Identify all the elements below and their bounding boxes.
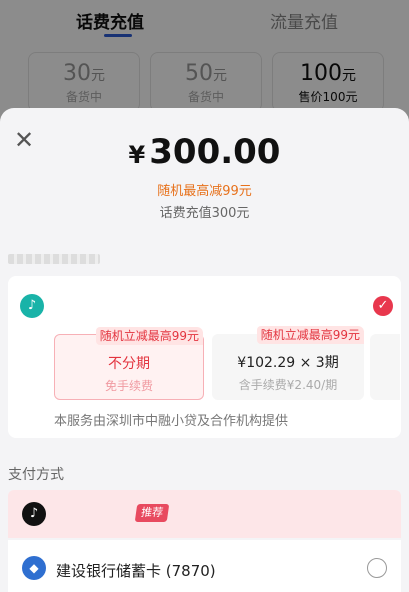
- plan-fee: 含手续费¥2.40/期: [238, 378, 338, 392]
- douyin-icon: ♪: [22, 502, 46, 526]
- credit-option-card[interactable]: ♪ ✓ 随机立减最高99元 不分期 免手续费 随机立减最高99元 ¥102.29…: [8, 276, 401, 438]
- douyin-icon: ♪: [20, 294, 44, 318]
- service-note: 本服务由深圳市中融小贷及合作机构提供: [54, 414, 289, 429]
- bank-card-option[interactable]: ◆ 建设银行储蓄卡 (7870): [8, 540, 401, 592]
- discount-tag: 随机立减最高99元: [256, 326, 364, 344]
- recommended-payment-row[interactable]: ♪ 推荐: [8, 490, 401, 538]
- ccb-icon: ◆: [22, 556, 46, 580]
- checkmark-icon[interactable]: ✓: [373, 296, 393, 316]
- recommend-badge: 推荐: [134, 504, 170, 522]
- bank-card-label: 建设银行储蓄卡 (7870): [56, 562, 216, 580]
- payment-sheet: ✕ ¥300.00 随机最高减99元 话费充值300元 ♪ ✓ 随机立减最高99…: [0, 108, 409, 592]
- plan-title: 不分期: [108, 356, 150, 372]
- installment-option-3[interactable]: 随机立减最高99元 ¥102.29 × 3期 含手续费¥2.40/期: [212, 326, 364, 400]
- currency-symbol: ¥: [128, 141, 146, 169]
- payment-method-title: 支付方式: [8, 467, 64, 483]
- order-description: 话费充值300元: [159, 206, 250, 221]
- promo-text: 随机最高减99元: [157, 184, 252, 199]
- installment-option-none[interactable]: 随机立减最高99元 不分期 免手续费: [54, 327, 204, 400]
- payment-amount: ¥300.00: [0, 132, 409, 172]
- discount-tag: 随机立减最高99元: [95, 327, 203, 345]
- price-value: 300.00: [149, 132, 281, 172]
- plan-title: ¥102.29 × 3期: [237, 355, 339, 371]
- blurred-text: [8, 254, 100, 264]
- installment-option-more[interactable]: [370, 334, 400, 400]
- plan-fee: 免手续费: [104, 379, 153, 393]
- radio-button[interactable]: [367, 558, 387, 578]
